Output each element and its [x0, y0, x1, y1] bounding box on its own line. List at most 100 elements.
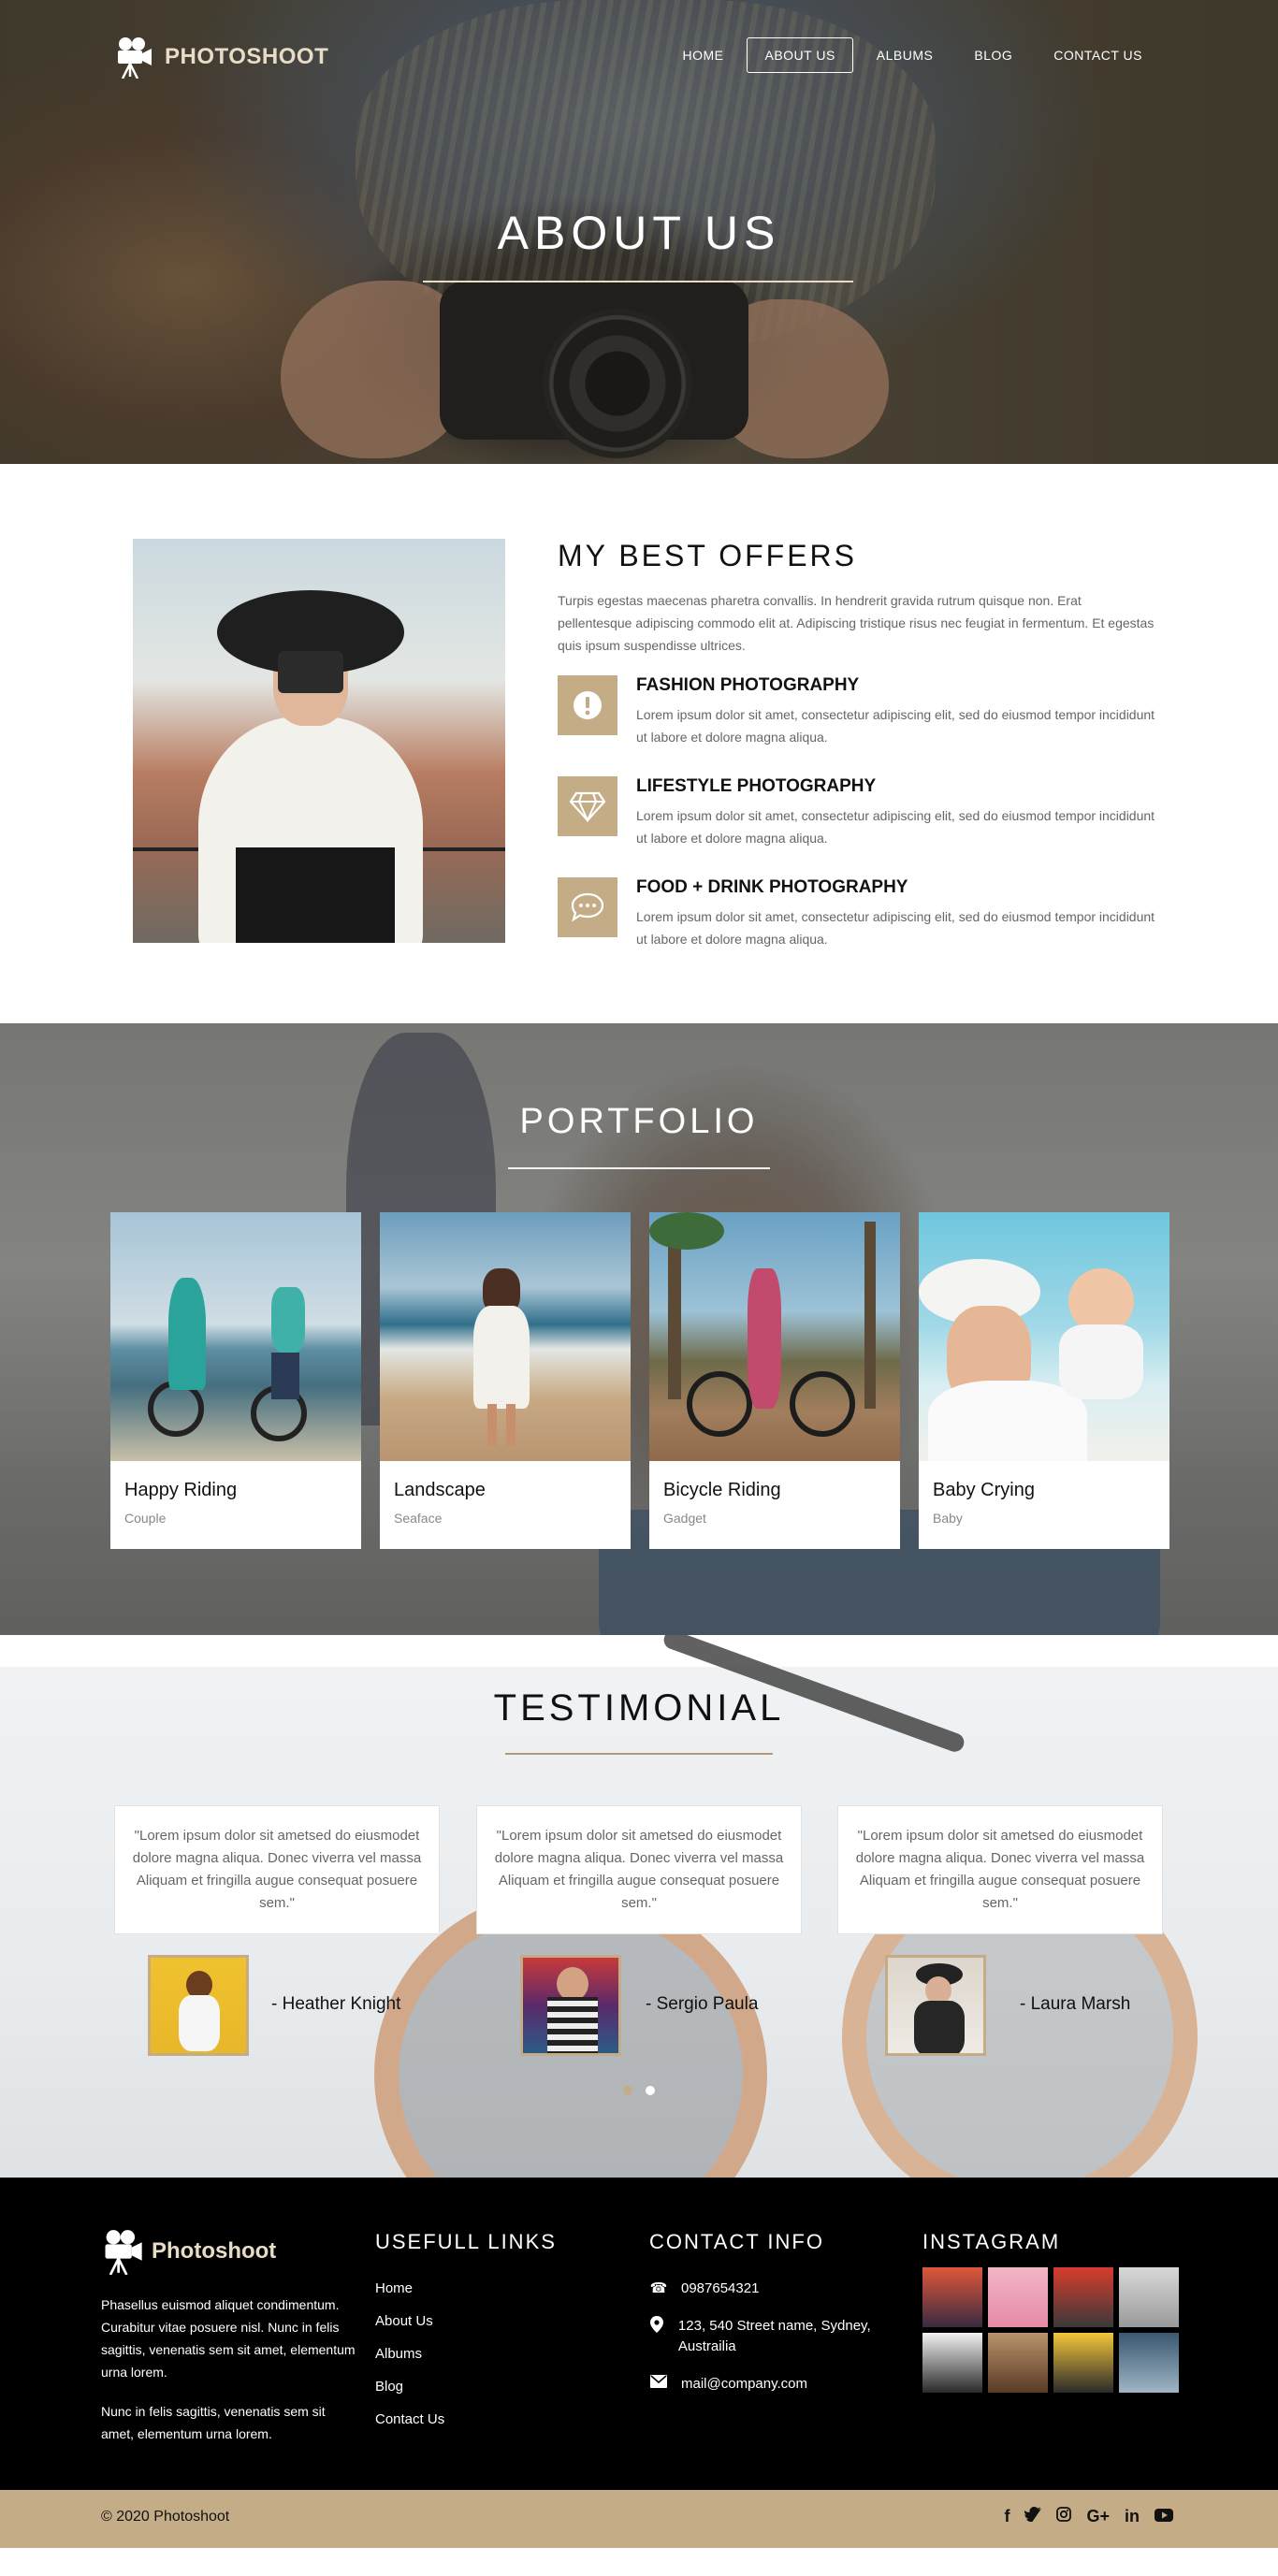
brand-name: PHOTOSHOOT: [165, 44, 329, 69]
footer-about: Phasellus euismod aliquet condimentum. C…: [101, 2294, 356, 2462]
nav-contact-us[interactable]: CONTACT US: [1036, 37, 1160, 73]
offer-icon-box: [558, 877, 617, 937]
testimonial-quote: "Lorem ipsum dolor sit ametsed do eiusmo…: [837, 1805, 1163, 1934]
portfolio-card[interactable]: Landscape Seaface: [380, 1212, 631, 1549]
hero-photo-hand-left: [281, 281, 468, 458]
avatar: [885, 1955, 986, 2056]
photo-woman-skirt: [236, 847, 395, 943]
offers-section: MY BEST OFFERS Turpis egestas maecenas p…: [0, 464, 1278, 1023]
card-image-mother-baby: [919, 1212, 1169, 1461]
testimonial-quote: "Lorem ipsum dolor sit ametsed do eiusmo…: [114, 1805, 440, 1934]
footer-link-home[interactable]: Home: [375, 2280, 444, 2296]
testimonial-author: - Laura Marsh: [1020, 1994, 1131, 2014]
phone-icon: ☎: [649, 2280, 668, 2296]
offer-icon-box: [558, 776, 617, 836]
instagram-thumb[interactable]: [922, 2333, 982, 2393]
contact-email-text[interactable]: mail@company.com: [681, 2374, 807, 2395]
footer-link-contact-us[interactable]: Contact Us: [375, 2411, 444, 2427]
footer-instagram-heading: INSTAGRAM: [922, 2230, 1061, 2253]
carousel-dot-active[interactable]: [646, 2086, 655, 2095]
google-plus-icon[interactable]: G+: [1086, 2507, 1110, 2526]
movie-camera-icon: [118, 37, 152, 79]
testimonial-heading: TESTIMONIAL: [493, 1687, 785, 1729]
offer-item-fashion: FASHION PHOTOGRAPHY Lorem ipsum dolor si…: [558, 675, 1156, 750]
copyright-bar: © 2020 Photoshoot f G+ in: [0, 2490, 1278, 2548]
portfolio-card[interactable]: Baby Crying Baby: [919, 1212, 1169, 1549]
card-category: Baby: [933, 1511, 963, 1526]
diamond-icon: [569, 791, 606, 822]
hero-photo-camera: [440, 281, 748, 440]
instagram-thumb[interactable]: [922, 2267, 982, 2327]
footer-links-heading: USEFULL LINKS: [375, 2230, 557, 2253]
main-navbar: PHOTOSHOOT HOME ABOUT US ALBUMS BLOG CON…: [0, 36, 1278, 79]
testimonial-author: - Sergio Paula: [646, 1994, 759, 2014]
instagram-thumb[interactable]: [988, 2267, 1048, 2327]
instagram-thumb[interactable]: [988, 2333, 1048, 2393]
footer-contact-info: ☎ 0987654321 123, 540 Street name, Sydne…: [649, 2279, 893, 2411]
exclamation-icon: [574, 691, 602, 719]
photo-camera: [278, 651, 343, 693]
contact-email: mail@company.com: [649, 2374, 893, 2395]
offer-item-food-drink: FOOD + DRINK PHOTOGRAPHY Lorem ipsum dol…: [558, 877, 1156, 952]
footer-about-text: Phasellus euismod aliquet condimentum. C…: [101, 2297, 356, 2380]
testimonial-underline: [505, 1753, 773, 1755]
title-underline: [423, 281, 853, 282]
card-title: Baby Crying: [933, 1480, 1035, 1500]
footer-brand-name: Photoshoot: [152, 2238, 277, 2264]
facebook-icon[interactable]: f: [1004, 2507, 1009, 2526]
portfolio-card[interactable]: Bicycle Riding Gadget: [649, 1212, 900, 1549]
avatar: [520, 1955, 621, 2056]
footer-brand-logo[interactable]: Photoshoot: [101, 2228, 276, 2275]
instagram-thumb[interactable]: [1119, 2333, 1179, 2393]
card-title: Landscape: [394, 1480, 486, 1500]
hero-photo-hand-right: [711, 299, 889, 458]
nav-albums[interactable]: ALBUMS: [859, 37, 951, 73]
instagram-thumb[interactable]: [1119, 2267, 1179, 2327]
linkedin-icon[interactable]: in: [1125, 2507, 1140, 2526]
copyright-text: © 2020 Photoshoot: [101, 2509, 230, 2525]
card-category: Couple: [124, 1511, 167, 1526]
twitter-icon[interactable]: [1024, 2507, 1042, 2526]
contact-address: 123, 540 Street name, Sydney, Austrailia: [649, 2316, 893, 2357]
nav-home[interactable]: HOME: [664, 37, 741, 73]
portfolio-cards: Happy Riding Couple Landscape Seaface Bi…: [110, 1212, 1169, 1549]
card-image-beach-landscape: [380, 1212, 631, 1461]
portfolio-section: PORTFOLIO Happy Riding Couple Landscape …: [0, 1023, 1278, 1635]
map-marker-icon: [649, 2316, 665, 2357]
offers-heading: MY BEST OFFERS: [558, 539, 857, 572]
portfolio-card[interactable]: Happy Riding Couple: [110, 1212, 361, 1549]
nav-about-us[interactable]: ABOUT US: [747, 37, 853, 73]
offer-icon-box: [558, 675, 617, 735]
footer-link-blog[interactable]: Blog: [375, 2379, 444, 2395]
nav-menu: HOME ABOUT US ALBUMS BLOG CONTACT US: [664, 37, 1160, 73]
hero-photo-lens: [543, 309, 692, 458]
offer-text: Lorem ipsum dolor sit amet, consectetur …: [636, 909, 1155, 947]
offers-description: Turpis egestas maecenas pharetra convall…: [558, 593, 1155, 653]
site-footer: Photoshoot Phasellus euismod aliquet con…: [0, 2178, 1278, 2490]
offer-title: FASHION PHOTOGRAPHY: [636, 675, 860, 695]
offer-text: Lorem ipsum dolor sit amet, consectetur …: [636, 808, 1155, 846]
footer-link-about-us[interactable]: About Us: [375, 2313, 444, 2329]
social-links: f G+ in: [1004, 2507, 1173, 2526]
page-title: ABOUT US: [497, 207, 781, 259]
carousel-dot[interactable]: [623, 2086, 632, 2095]
instagram-icon[interactable]: [1056, 2507, 1072, 2526]
nav-blog[interactable]: BLOG: [956, 37, 1030, 73]
brand-logo[interactable]: PHOTOSHOOT: [114, 36, 328, 79]
instagram-thumb[interactable]: [1053, 2333, 1113, 2393]
offer-title: LIFESTYLE PHOTOGRAPHY: [636, 776, 877, 796]
instagram-thumb[interactable]: [1053, 2267, 1113, 2327]
movie-camera-icon: [105, 2230, 142, 2275]
contact-phone-text: 0987654321: [681, 2280, 760, 2296]
youtube-icon[interactable]: [1155, 2507, 1173, 2526]
footer-links: Home About Us Albums Blog Contact Us: [375, 2280, 444, 2444]
footer-link-albums[interactable]: Albums: [375, 2346, 444, 2362]
offer-title: FOOD + DRINK PHOTOGRAPHY: [636, 877, 908, 897]
footer-about-text: Nunc in felis sagittis, venenatis sem si…: [101, 2404, 326, 2441]
carousel-dots: [623, 2086, 655, 2095]
portfolio-underline: [508, 1167, 770, 1169]
card-image-bicycle-rider: [649, 1212, 900, 1461]
hero-section: PHOTOSHOOT HOME ABOUT US ALBUMS BLOG CON…: [0, 0, 1278, 464]
contact-phone: ☎ 0987654321: [649, 2279, 893, 2299]
portfolio-heading: PORTFOLIO: [519, 1102, 759, 1141]
